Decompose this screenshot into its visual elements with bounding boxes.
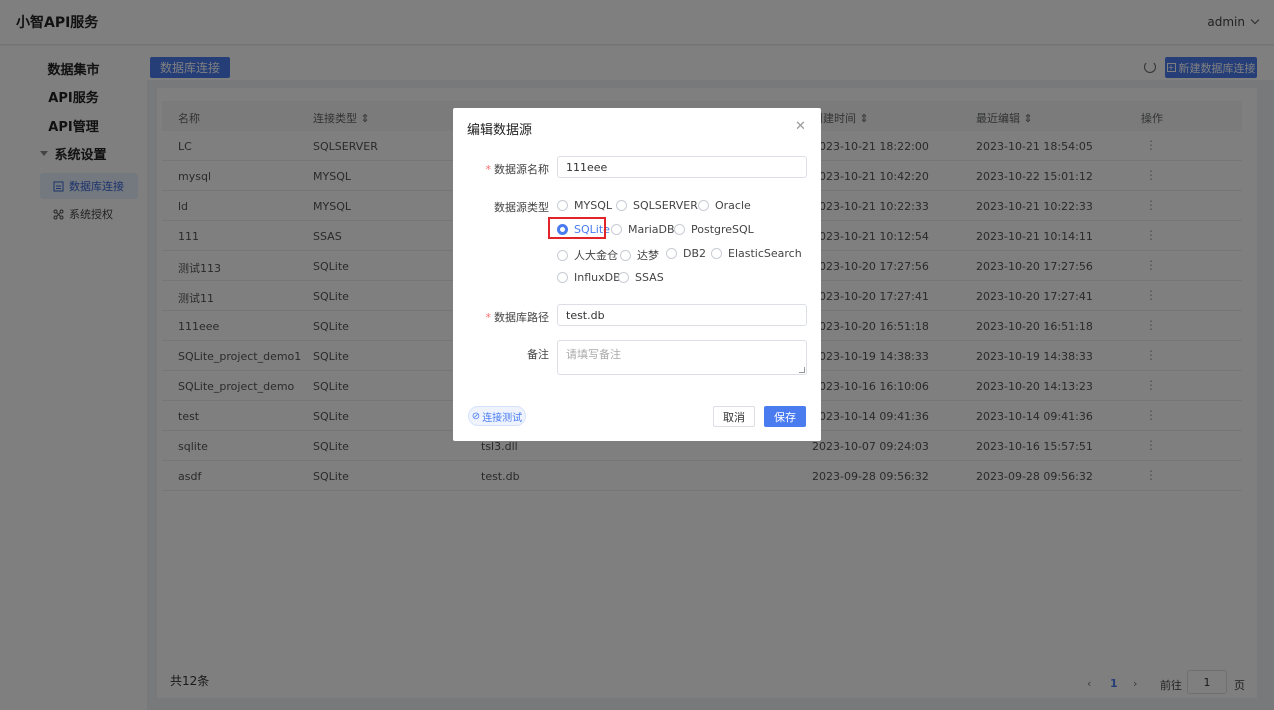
path-input[interactable]: test.db — [557, 304, 807, 326]
selection-highlight — [548, 217, 606, 239]
dialog-title: 编辑数据源 — [467, 123, 533, 138]
type-label: 数据源类型 — [494, 201, 549, 214]
path-label: * 数据库路径 — [485, 311, 550, 324]
test-connection-button[interactable]: ⊘ 连接测试 — [468, 406, 526, 426]
radio-mariadb[interactable]: MariaDB — [611, 223, 675, 236]
resize-handle-icon[interactable] — [799, 367, 805, 373]
radio-influxdb[interactable]: InfluxDB — [557, 271, 621, 284]
radio-ssas[interactable]: SSAS — [618, 271, 664, 284]
radio-dameng[interactable]: 达梦 — [620, 247, 659, 263]
note-textarea[interactable]: 请填写备注 — [557, 340, 807, 375]
name-input[interactable]: 111eee — [557, 156, 807, 178]
close-icon[interactable]: ✕ — [795, 119, 806, 134]
save-button[interactable]: 保存 — [764, 406, 806, 427]
radio-oracle[interactable]: Oracle — [698, 199, 751, 212]
link-icon: ⊘ — [471, 410, 481, 422]
cancel-button[interactable]: 取消 — [713, 406, 755, 427]
radio-elasticsearch[interactable]: ElasticSearch — [711, 247, 802, 260]
radio-postgresql[interactable]: PostgreSQL — [674, 223, 754, 236]
note-label: 备注 — [527, 348, 549, 361]
radio-db2[interactable]: DB2 — [666, 247, 706, 260]
radio-sqlserver[interactable]: SQLSERVER — [616, 199, 698, 212]
edit-datasource-dialog: 编辑数据源 ✕ * 数据源名称 111eee 数据源类型 MYSQL SQLSER… — [453, 108, 821, 441]
name-label: * 数据源名称 — [485, 163, 550, 176]
radio-kingbase[interactable]: 人大金仓 — [557, 247, 618, 263]
note-placeholder: 请填写备注 — [566, 348, 621, 361]
radio-mysql[interactable]: MYSQL — [557, 199, 612, 212]
